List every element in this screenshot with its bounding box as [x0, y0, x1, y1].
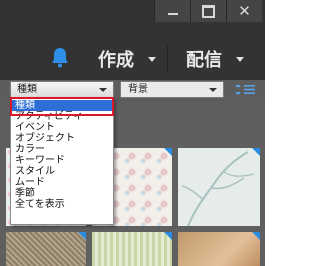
corner-badge-icon	[164, 148, 172, 156]
dropdown-option-style[interactable]: スタイル	[11, 166, 113, 177]
dropdown-option-type[interactable]: 種類	[11, 100, 113, 111]
background-thumbnail[interactable]	[92, 232, 172, 266]
dropdown-option-color[interactable]: カラー	[11, 144, 113, 155]
corner-badge-icon	[252, 148, 260, 156]
maximize-icon	[202, 4, 215, 18]
maximize-button[interactable]	[190, 0, 226, 22]
dropdown-option-season[interactable]: 季節	[11, 188, 113, 199]
corner-badge-icon	[164, 232, 172, 240]
dropdown-option-activity[interactable]: アクティビティ	[11, 111, 113, 122]
background-thumbnail[interactable]	[6, 232, 86, 266]
dropdown-option-event[interactable]: イベント	[11, 122, 113, 133]
minimize-button[interactable]	[154, 0, 190, 22]
window-controls: ✕	[154, 0, 262, 22]
background-select[interactable]: 背景	[120, 81, 224, 98]
header-bar: ✕ 作成 配信	[0, 0, 265, 80]
background-thumbnail[interactable]	[178, 232, 260, 266]
type-select-value: 種類	[17, 84, 37, 95]
minimize-icon	[167, 13, 178, 15]
create-menu-button[interactable]: 作成	[98, 46, 134, 72]
chevron-down-icon	[99, 88, 107, 92]
dropdown-option-object[interactable]: オブジェクト	[11, 133, 113, 144]
corner-badge-icon	[252, 232, 260, 240]
background-thumbnail[interactable]	[178, 148, 260, 226]
header-actions: 作成 配信	[0, 40, 265, 76]
bell-icon[interactable]	[50, 46, 70, 68]
create-chevron-down-icon[interactable]	[148, 57, 156, 62]
dropdown-option-keyword[interactable]: キーワード	[11, 155, 113, 166]
dropdown-option-mood[interactable]: ムード	[11, 177, 113, 188]
background-select-value: 背景	[128, 84, 148, 95]
sort-list-icon[interactable]	[234, 83, 256, 96]
header-divider	[167, 46, 168, 72]
corner-badge-icon	[78, 232, 86, 240]
app-window: ✕ 作成 配信 種類 背景 種類 アクティビティ イベント オブジェクト カラー…	[0, 0, 265, 266]
close-icon: ✕	[238, 1, 251, 20]
chevron-down-icon	[209, 88, 217, 92]
publish-chevron-down-icon[interactable]	[236, 57, 244, 62]
publish-menu-button[interactable]: 配信	[186, 46, 222, 72]
type-select[interactable]: 種類	[10, 81, 114, 98]
type-dropdown-list: 種類 アクティビティ イベント オブジェクト カラー キーワード スタイル ムー…	[10, 97, 114, 225]
dropdown-option-show-all[interactable]: 全てを表示	[11, 199, 113, 210]
tree-branch-image	[181, 151, 255, 226]
close-button[interactable]: ✕	[226, 0, 262, 22]
